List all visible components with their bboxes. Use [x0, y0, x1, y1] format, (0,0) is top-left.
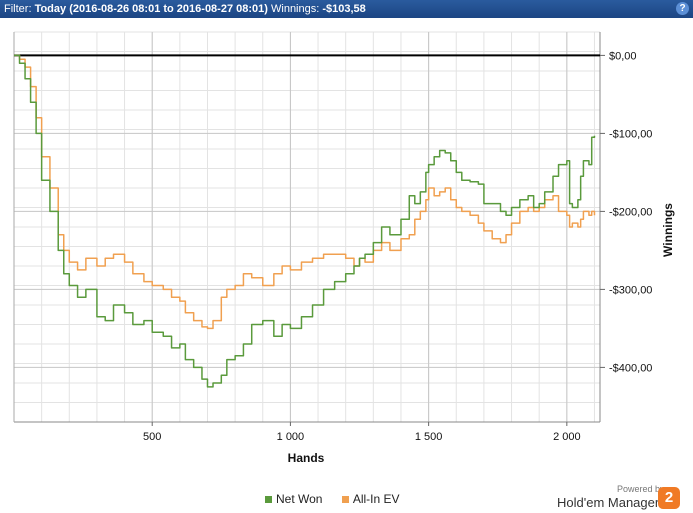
legend-swatch-net-won [265, 496, 272, 504]
x-tick-label: 1 000 [277, 431, 305, 443]
chart-lines [14, 54, 596, 388]
x-tick-label: 500 [143, 431, 161, 443]
winnings-label: Winnings: [271, 3, 320, 15]
y-tick-label: $0,00 [609, 50, 637, 62]
series-line-net-won [14, 54, 596, 388]
y-tick-label: -$300,00 [609, 284, 652, 296]
filter-label: Filter: [4, 3, 32, 15]
winnings-value: -$103,58 [322, 3, 366, 15]
legend-item-all-in-ev[interactable]: All-In EV [341, 492, 400, 506]
help-icon[interactable]: ? [676, 2, 689, 15]
x-tick-label: 1 500 [415, 431, 443, 443]
legend-item-net-won[interactable]: Net Won [265, 492, 326, 506]
legend-label-net-won: Net Won [276, 492, 323, 506]
chart-legend: Net Won All-In EV [265, 492, 416, 506]
y-tick-label: -$200,00 [609, 206, 652, 218]
x-tick-label: 2 000 [553, 431, 581, 443]
legend-swatch-all-in-ev [341, 496, 349, 504]
chart-footer: Net Won All-In EV Powered by Hold'em Man… [0, 480, 693, 513]
y-tick-label: -$400,00 [609, 362, 652, 374]
x-axis-label: Hands [288, 451, 325, 465]
legend-label-all-in-ev: All-In EV [352, 492, 400, 506]
brand-name: Hold'em Manager [557, 495, 660, 510]
series-line-all-in-ev [14, 54, 596, 330]
brand: Powered by Hold'em Manager 2 [557, 484, 687, 512]
y-tick-label: -$100,00 [609, 128, 652, 140]
y-axis-label: Winnings [661, 203, 675, 257]
winnings-chart: $0,00 -$100,00 -$200,00 -$300,00 -$400,00 500… [13, 31, 675, 465]
filter-value[interactable]: Today (2016-08-26 08:01 to 2016-08-27 08… [35, 3, 268, 15]
hm2-logo-icon: 2 [658, 487, 680, 509]
filter-bar: Filter: Today (2016-08-26 08:01 to 2016-… [0, 0, 693, 18]
